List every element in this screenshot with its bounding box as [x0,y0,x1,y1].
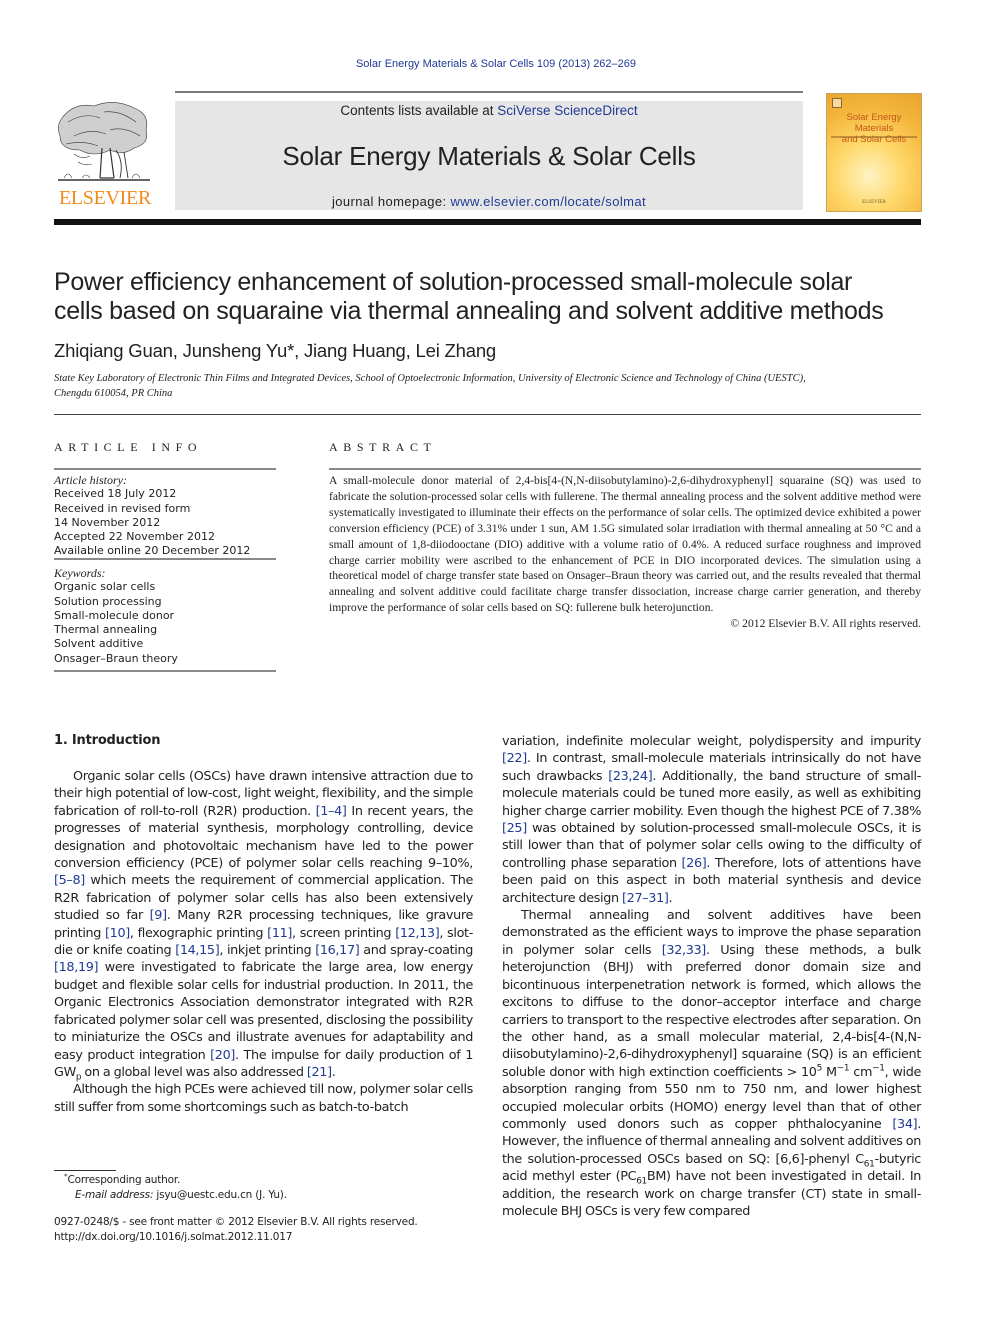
keyword-item: Thermal annealing [54,623,158,637]
article-history: Article history: Received 18 July 2012 R… [54,473,250,559]
keyword-item: Organic solar cells [54,580,156,594]
affiliation: State Key Laboratory of Electronic Thin … [54,372,924,401]
running-head[interactable]: Solar Energy Materials & Solar Cells 109… [0,58,992,70]
history-item: Available online 20 December 2012 [54,544,251,558]
citation-link[interactable]: [25] [502,821,527,836]
citation-link[interactable]: [22] [502,751,527,766]
subscript: 61 [636,1176,647,1187]
author-list[interactable]: Zhiqiang Guan, Junsheng Yu*, Jiang Huang… [54,340,496,362]
section-heading-introduction: 1. Introduction [54,733,161,748]
keyword-item: Solvent additive [54,637,144,651]
superscript: 5 [816,1063,823,1074]
elsevier-tree-icon [54,100,154,186]
corresponding-author-note: *Corresponding author. [54,1172,287,1188]
body-paragraph: Thermal annealing and solvent additives … [502,908,921,1219]
body-column-left: Organic solar cells (OSCs) have drawn in… [54,768,473,1116]
contents-line: Contents lists available at SciVerse Sci… [175,103,803,118]
affiliation-rule [54,414,921,415]
history-item: 14 November 2012 [54,515,161,529]
keyword-item: Solution processing [54,594,162,608]
homepage-line: journal homepage: www.elsevier.com/locat… [175,194,803,209]
cover-title: Solar Energy Materials and Solar Cells [827,112,921,145]
history-item: Received 18 July 2012 [54,487,177,501]
keyword-item: Small-molecule donor [54,608,175,622]
cover-subtitle-bar [831,136,917,138]
citation-link[interactable]: [16,17] [315,943,360,958]
sciencedirect-link[interactable]: SciVerse ScienceDirect [497,103,637,118]
history-item: Received in revised form [54,501,191,515]
issn-doi-block: 0927-0248/$ - see front matter © 2012 El… [54,1215,418,1244]
citation-link[interactable]: [14,15] [175,943,220,958]
article-history-label: Article history: [54,473,127,487]
citation-link[interactable]: [27–31] [622,891,669,906]
article-title-line2: cells based on squaraine via thermal ann… [54,297,884,325]
citation-link[interactable]: [23,24] [608,769,653,784]
journal-homepage-link[interactable]: www.elsevier.com/locate/solmat [450,194,646,209]
header-top-rule [175,91,803,93]
citation-link[interactable]: [18,19] [54,960,99,975]
citation-link[interactable]: [20] [210,1048,235,1063]
affiliation-line2: Chengdu 610054, PR China [54,387,173,399]
abstract-body: A small-molecule donor material of 2,4-b… [329,473,921,632]
citation-link[interactable]: [11] [267,926,292,941]
cover-title-line1: Solar Energy Materials [846,112,902,134]
elsevier-wordmark: ELSEVIER [58,187,152,209]
email-label: E-mail address: [75,1188,157,1201]
subscript: 61 [863,1159,875,1170]
body-column-right: variation, indefinite molecular weight, … [502,733,921,1220]
abstract-paragraph: A small-molecule donor material of 2,4-b… [329,474,921,615]
body-paragraph: variation, indefinite molecular weight, … [502,734,922,906]
body-paragraph: Organic solar cells (OSCs) have drawn in… [54,769,474,1083]
footnotes: *Corresponding author. E-mail address: j… [54,1172,287,1203]
abstract-copyright: © 2012 Elsevier B.V. All rights reserved… [730,617,921,631]
history-item: Accepted 22 November 2012 [54,530,215,544]
abstract-heading: ABSTRACT [329,440,437,454]
keywords-label: Keywords: [54,566,106,580]
body-paragraph: Although the high PCEs were achieved til… [54,1082,473,1115]
journal-cover-image[interactable]: Solar Energy Materials and Solar Cells E… [826,93,922,212]
keyword-item: Onsager–Braun theory [54,651,178,665]
email-note: E-mail address: jsyu@uestc.edu.cn (J. Yu… [54,1188,287,1203]
article-info-rule-top [54,468,276,470]
citation-link[interactable]: [1–4] [316,804,347,819]
affiliation-line1: State Key Laboratory of Electronic Thin … [54,373,806,384]
homepage-prefix: journal homepage: [331,194,451,209]
citation-link[interactable]: [9] [150,908,167,923]
journal-title: Solar Energy Materials & Solar Cells [282,141,696,171]
citation-link[interactable]: [26] [682,856,707,871]
journal-citation-link[interactable]: Solar Energy Materials & Solar Cells 109… [356,58,636,70]
corresponding-text: Corresponding author. [67,1174,181,1186]
elsevier-logo[interactable]: ELSEVIER [54,100,156,212]
keywords: Keywords: Organic solar cells Solution p… [54,566,178,666]
article-info-heading: ARTICLE INFO [54,440,203,454]
cover-publisher: ELSEVIER [862,200,886,205]
superscript: −1 [872,1063,885,1074]
article-info-rule-bottom [54,670,276,672]
doi-link[interactable]: http://dx.doi.org/10.1016/j.solmat.2012.… [54,1230,418,1245]
header-heavy-rule [54,219,921,225]
citation-link[interactable]: [32,33] [662,943,707,958]
contents-prefix: Contents lists available at [340,103,498,118]
issn-line: 0927-0248/$ - see front matter © 2012 El… [54,1216,418,1228]
citation-link[interactable]: [5–8] [54,873,85,888]
citation-link[interactable]: [10] [105,926,130,941]
superscript: −1 [836,1063,850,1074]
article-title-line1: Power efficiency enhancement of solution… [54,268,853,296]
email-address-link[interactable]: jsyu@uestc.edu.cn (J. Yu). [156,1189,287,1201]
cover-emblem-icon [832,98,842,108]
citation-link[interactable]: [21] [307,1065,332,1080]
citation-link[interactable]: [34] [892,1117,917,1132]
journal-masthead: Contents lists available at SciVerse Sci… [175,101,803,210]
citation-link[interactable]: [12,13] [395,926,440,941]
abstract-rule [329,468,921,470]
article-title: Power efficiency enhancement of solution… [54,268,924,326]
